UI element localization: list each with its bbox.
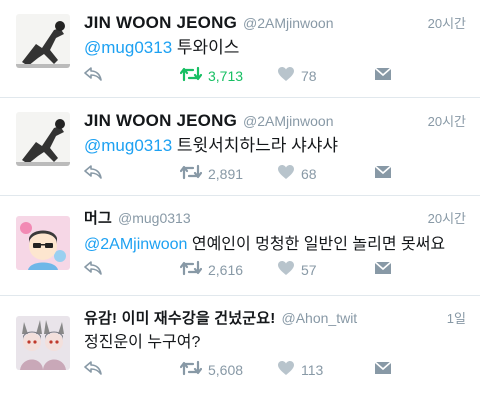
tweet[interactable]: JIN WOON JEONG @2AMjinwoon 20시간 @mug0313 … <box>0 98 480 196</box>
tweet-header: JIN WOON JEONG @2AMjinwoon <box>84 111 466 132</box>
tweet-text: @mug0313 투와이스 <box>84 37 466 59</box>
like-icon <box>277 360 295 381</box>
reply-button[interactable] <box>84 66 102 86</box>
retweet-count: 2,616 <box>208 262 244 278</box>
display-name[interactable]: JIN WOON JEONG <box>84 111 237 130</box>
tweet-text-content: 연예인이 멍청한 일반인 놀리면 못써요 <box>187 236 446 253</box>
like-button[interactable]: 113 <box>277 360 323 380</box>
like-button[interactable]: 57 <box>277 260 317 280</box>
message-icon <box>374 164 392 184</box>
timestamp[interactable]: 20시간 <box>428 208 466 227</box>
like-button[interactable]: 78 <box>277 66 317 86</box>
retweet-icon <box>179 164 203 185</box>
reply-icon <box>84 260 102 280</box>
mention-link[interactable]: @2AMjinwoon <box>84 236 187 253</box>
timestamp[interactable]: 20시간 <box>428 13 466 32</box>
like-count: 68 <box>301 166 317 182</box>
retweet-button[interactable]: 5,608 <box>179 360 244 381</box>
like-count: 113 <box>301 362 324 378</box>
timestamp[interactable]: 1일 <box>447 308 466 327</box>
display-name[interactable]: 유감! 이미 재수강을 건넜군요! <box>84 310 276 327</box>
message-button[interactable] <box>374 66 392 86</box>
tweet-feed: JIN WOON JEONG @2AMjinwoon 20시간 @mug0313 … <box>0 0 480 406</box>
retweet-count: 5,608 <box>208 362 244 378</box>
avatar[interactable] <box>16 112 70 166</box>
message-icon <box>374 66 392 86</box>
user-handle[interactable]: @2AMjinwoon <box>243 113 333 129</box>
tweet-text: 정진운이 누구여? <box>84 332 466 354</box>
like-count: 57 <box>301 262 317 278</box>
retweet-icon <box>179 66 203 87</box>
retweet-icon <box>179 260 203 281</box>
retweet-button[interactable]: 3,713 <box>179 66 244 87</box>
tweet[interactable]: 머그 @mug0313 20시간 @2AMjinwoon 연예인이 멍청한 일반인… <box>0 196 480 296</box>
message-button[interactable] <box>374 360 392 380</box>
avatar[interactable] <box>16 14 70 68</box>
tweet-text-content: 투와이스 <box>172 38 240 57</box>
reply-icon <box>84 164 102 184</box>
like-button[interactable]: 68 <box>277 164 317 184</box>
reply-button[interactable] <box>84 164 102 184</box>
tweet[interactable]: JIN WOON JEONG @2AMjinwoon 20시간 @mug0313 … <box>0 0 480 98</box>
tweet-text-content: 트윗서치하느라 샤샤샤 <box>172 136 339 155</box>
retweet-count: 2,891 <box>208 166 244 182</box>
like-icon <box>277 164 295 185</box>
message-icon <box>374 260 392 280</box>
message-button[interactable] <box>374 164 392 184</box>
tweet-actions: 2,616 57 <box>84 260 394 280</box>
avatar[interactable] <box>16 316 70 370</box>
tweet[interactable]: 유감! 이미 재수강을 건넜군요! @Ahon_twit 1일 정진운이 누구여?… <box>0 296 480 406</box>
timestamp[interactable]: 20시간 <box>428 111 466 130</box>
mention-link[interactable]: @mug0313 <box>84 38 172 57</box>
tweet-header: 머그 @mug0313 <box>84 208 466 229</box>
tweet-header: 유감! 이미 재수강을 건넜군요! @Ahon_twit <box>84 308 466 329</box>
tweet-actions: 5,608 113 <box>84 360 394 380</box>
tweet-header: JIN WOON JEONG @2AMjinwoon <box>84 13 466 34</box>
user-handle[interactable]: @2AMjinwoon <box>243 15 333 31</box>
user-handle[interactable]: @Ahon_twit <box>282 310 358 326</box>
display-name[interactable]: JIN WOON JEONG <box>84 13 237 32</box>
display-name[interactable]: 머그 <box>84 210 112 227</box>
user-handle[interactable]: @mug0313 <box>118 210 191 226</box>
retweet-count: 3,713 <box>208 68 244 84</box>
retweet-button[interactable]: 2,616 <box>179 260 244 281</box>
tweet-actions: 3,713 78 <box>84 66 394 86</box>
like-icon <box>277 260 295 281</box>
avatar[interactable] <box>16 216 70 270</box>
mention-link[interactable]: @mug0313 <box>84 136 172 155</box>
reply-button[interactable] <box>84 260 102 280</box>
like-icon <box>277 66 295 87</box>
reply-button[interactable] <box>84 360 102 380</box>
tweet-text: @mug0313 트윗서치하느라 샤샤샤 <box>84 135 466 157</box>
message-icon <box>374 360 392 380</box>
tweet-text: @2AMjinwoon 연예인이 멍청한 일반인 놀리면 못써요 <box>84 234 466 256</box>
reply-icon <box>84 66 102 86</box>
reply-icon <box>84 360 102 380</box>
message-button[interactable] <box>374 260 392 280</box>
tweet-text-content: 정진운이 누구여? <box>84 334 201 351</box>
like-count: 78 <box>301 68 317 84</box>
retweet-icon <box>179 360 203 381</box>
retweet-button[interactable]: 2,891 <box>179 164 244 185</box>
tweet-actions: 2,891 68 <box>84 164 394 184</box>
